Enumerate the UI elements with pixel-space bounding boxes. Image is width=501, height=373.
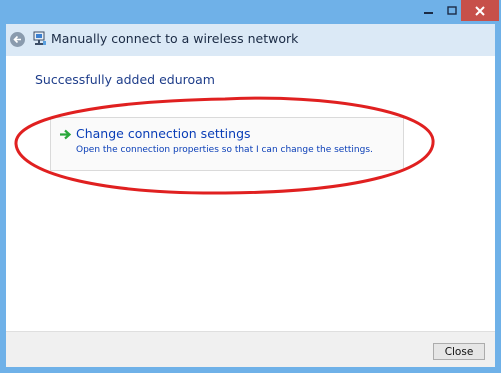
minimize-button[interactable]: [415, 0, 443, 21]
change-connection-settings-option[interactable]: Change connection settings Open the conn…: [50, 117, 404, 171]
maximize-button[interactable]: [443, 0, 461, 21]
title-bar: [0, 0, 501, 24]
window-close-button[interactable]: [461, 0, 499, 21]
option-description: Open the connection properties so that I…: [76, 145, 373, 155]
close-icon: [475, 5, 485, 16]
dialog-header: Manually connect to a wireless network: [6, 24, 495, 56]
dialog-title: Manually connect to a wireless network: [51, 31, 299, 46]
close-button[interactable]: Close: [433, 343, 485, 360]
success-message: Successfully added eduroam: [35, 72, 215, 87]
dialog-window: Manually connect to a wireless network S…: [0, 0, 501, 373]
green-arrow-icon: [60, 129, 72, 140]
dialog-content: Successfully added eduroam Change connec…: [6, 56, 495, 331]
network-icon: [33, 31, 46, 45]
back-arrow-icon: [13, 35, 21, 44]
maximize-icon: [447, 5, 457, 15]
dialog-footer: Close: [6, 331, 495, 367]
option-title: Change connection settings: [76, 126, 251, 141]
back-button[interactable]: [10, 32, 25, 47]
minimize-icon: [424, 11, 433, 14]
